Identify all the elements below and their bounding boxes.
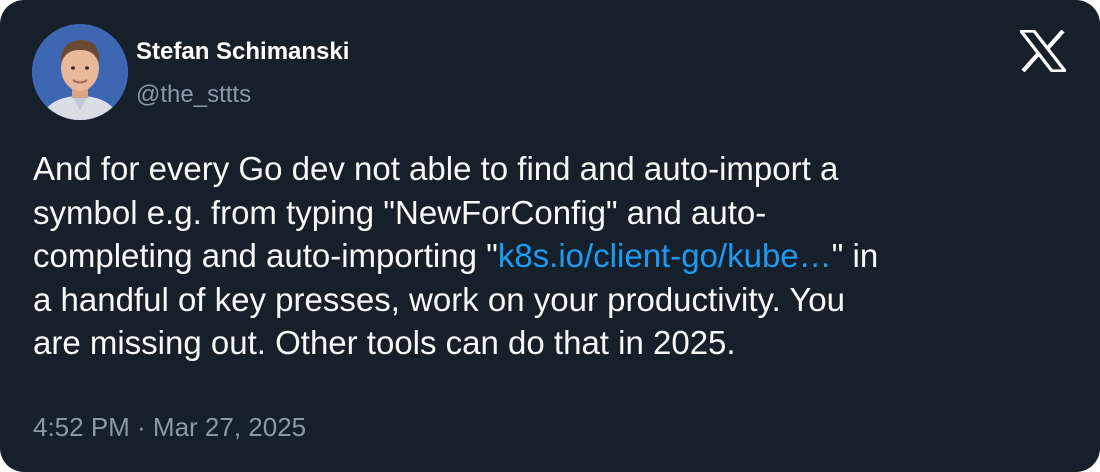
tweet-text-line: And for every Go dev not able to find an… [33, 150, 839, 187]
tweet-text-line: completing and auto-importing "k8s.io/cl… [33, 234, 1073, 278]
x-logo-icon[interactable] [1017, 29, 1069, 73]
tweet-text-segment: " in [831, 237, 879, 274]
author-handle[interactable]: @the_sttts [136, 80, 251, 110]
tweet-text-line: a handful of key presses, work on your p… [33, 280, 846, 318]
tweet-card: Stefan Schimanski @the_sttts And for eve… [0, 0, 1100, 472]
tweet-link[interactable]: k8s.io/client-go/kube… [498, 237, 832, 274]
tweet-timestamp[interactable]: 4:52 PM · Mar 27, 2025 [33, 411, 306, 443]
tweet-text-line: symbol e.g. from typing "NewForConfig" a… [33, 193, 767, 231]
author-name[interactable]: Stefan Schimanski [136, 37, 349, 67]
avatar[interactable] [32, 24, 128, 120]
tweet-text-segment: completing and auto-importing " [33, 237, 498, 274]
tweet-text: And for every Go dev not able to find an… [33, 147, 1073, 365]
tweet-text-line: are missing out. Other tools can do that… [33, 324, 736, 361]
